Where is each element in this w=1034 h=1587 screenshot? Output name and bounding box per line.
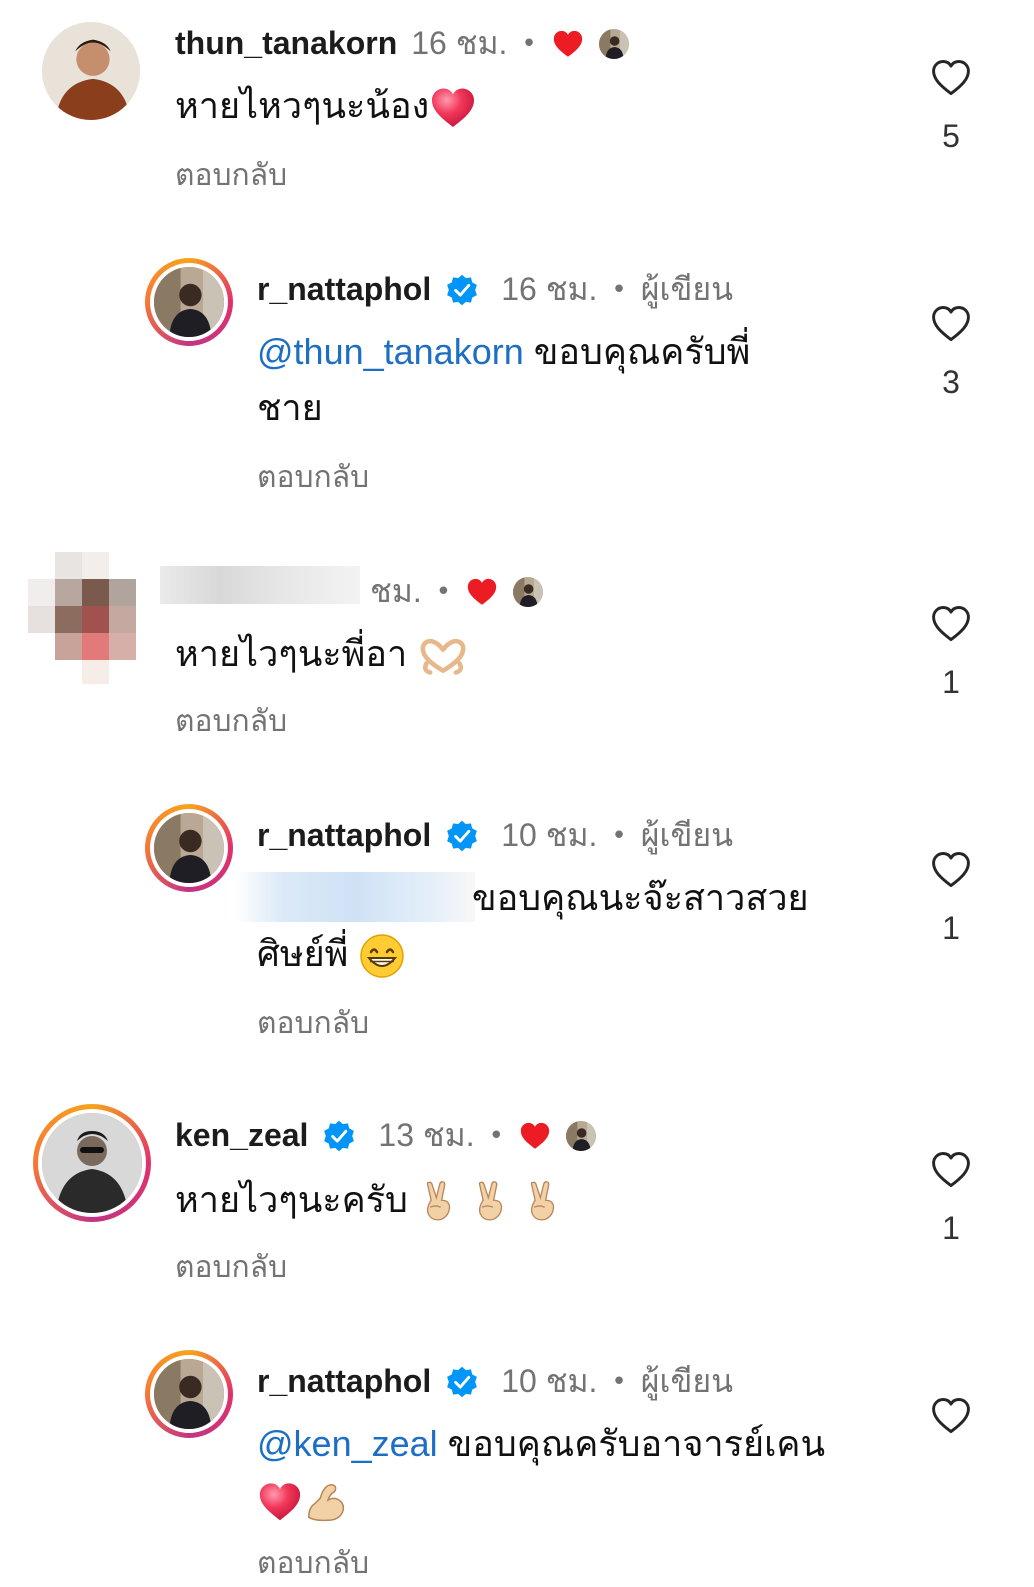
- avatar-photo: [28, 552, 136, 684]
- reply-button[interactable]: ตอบกลับ: [175, 152, 287, 199]
- like-count: 5: [942, 118, 960, 154]
- reply-button[interactable]: ตอบกลับ: [257, 1000, 369, 1047]
- avatar[interactable]: [145, 804, 233, 892]
- like-count: 1: [942, 910, 960, 946]
- red-heart-icon: [518, 1119, 552, 1153]
- verified-badge-icon: [322, 1119, 356, 1153]
- comment-text: @ken_zeal ขอบคุณครับอาจารย์เคน: [257, 1416, 897, 1528]
- comment-body: หายไวๆนะครับ: [175, 1179, 408, 1220]
- comment-body: หายไวๆนะพี่อา: [175, 633, 408, 674]
- avatar[interactable]: [145, 1350, 233, 1438]
- verified-badge-icon: [445, 273, 479, 307]
- like-control: 1: [925, 602, 977, 701]
- heart-outline-icon[interactable]: [927, 1394, 975, 1438]
- heart-outline-icon[interactable]: [927, 1148, 975, 1192]
- timestamp: 16 ชม.: [501, 271, 598, 307]
- avatar-photo: [42, 1113, 142, 1213]
- mention-redacted[interactable]: [235, 872, 475, 922]
- avatar-pixelated[interactable]: [28, 552, 136, 684]
- mention-link[interactable]: @ken_zeal: [257, 1423, 438, 1464]
- comment-body: ขอบคุณนะจ๊ะสาวสวย: [472, 877, 809, 918]
- comment-header: ชม. •: [370, 566, 543, 617]
- separator: •: [611, 820, 627, 851]
- avatar-photo: [154, 813, 224, 883]
- reply-button[interactable]: ตอบกลับ: [175, 698, 287, 745]
- author-label: ผู้เขียน: [640, 271, 733, 307]
- heart-emoji-icon: [429, 84, 477, 132]
- heart-outline-icon[interactable]: [927, 56, 975, 100]
- comment-text: หายไหวๆนะน้อง: [175, 78, 477, 134]
- peace-hand-icon: [470, 1179, 512, 1225]
- timestamp: 10 ชม.: [501, 817, 598, 853]
- avatar-photo: [154, 1359, 224, 1429]
- avatar[interactable]: [145, 258, 233, 346]
- reply-button[interactable]: ตอบกลับ: [257, 454, 369, 501]
- avatar[interactable]: [42, 22, 140, 120]
- like-count: 1: [942, 664, 960, 700]
- heart-emoji-icon: [257, 1479, 303, 1525]
- comment-text: ขอบคุณนะจ๊ะสาวสวย: [472, 870, 809, 926]
- author-liked-avatar: [513, 577, 543, 607]
- heart-hands-icon: [417, 634, 469, 678]
- timestamp: 10 ชม.: [501, 1363, 598, 1399]
- reply-button[interactable]: ตอบกลับ: [175, 1244, 287, 1291]
- comment-text: หายไวๆนะครับ: [175, 1172, 564, 1228]
- author-liked-avatar: [599, 29, 629, 59]
- comment-header: ken_zeal 13 ชม. •: [175, 1110, 596, 1161]
- username[interactable]: thun_tanakorn: [175, 25, 397, 62]
- separator: •: [488, 1120, 504, 1151]
- reply-button[interactable]: ตอบกลับ: [257, 1540, 369, 1587]
- username[interactable]: r_nattaphol: [257, 1363, 431, 1400]
- comment-body: หายไหวๆนะน้อง: [175, 85, 430, 126]
- author-label: ผู้เขียน: [640, 1363, 733, 1399]
- separator: •: [521, 28, 537, 59]
- verified-badge-icon: [445, 819, 479, 853]
- avatar[interactable]: [33, 1104, 151, 1222]
- separator: •: [611, 1366, 627, 1397]
- like-count: 1: [942, 1210, 960, 1246]
- timestamp: ชม.: [370, 573, 422, 609]
- username[interactable]: r_nattaphol: [257, 271, 431, 308]
- avatar-photo: [154, 267, 224, 337]
- comment-text: @thun_tanakorn ขอบคุณครับพี่ ชาย: [257, 324, 857, 436]
- author-label: ผู้เขียน: [640, 817, 733, 853]
- timestamp: 13 ชม.: [378, 1117, 475, 1153]
- verified-badge-icon: [445, 1365, 479, 1399]
- username-redacted[interactable]: [160, 566, 360, 604]
- comment-text-line2: ศิษย์พี่: [257, 926, 406, 982]
- comment-header: thun_tanakorn 16 ชม. •: [175, 18, 629, 69]
- red-heart-icon: [551, 27, 585, 61]
- separator: •: [611, 274, 627, 305]
- like-control: 3: [925, 302, 977, 401]
- comment-header: r_nattaphol 10 ชม. • ผู้เขียน: [257, 810, 733, 861]
- heart-outline-icon[interactable]: [927, 848, 975, 892]
- comment-body: ขอบคุณครับพี่: [523, 331, 751, 372]
- like-control: [925, 1394, 977, 1442]
- author-liked-avatar: [566, 1121, 596, 1151]
- username[interactable]: r_nattaphol: [257, 817, 431, 854]
- comment-header: r_nattaphol 10 ชม. • ผู้เขียน: [257, 1356, 733, 1407]
- comment-header: r_nattaphol 16 ชม. • ผู้เขียน: [257, 264, 733, 315]
- comment-body: ขอบคุณครับอาจารย์เคน: [437, 1423, 826, 1464]
- comment-text: หายไวๆนะพี่อา: [175, 626, 469, 682]
- like-control: 5: [925, 56, 977, 155]
- avatar-photo: [42, 22, 140, 120]
- flexed-arm-icon: [303, 1479, 349, 1525]
- red-heart-icon: [465, 575, 499, 609]
- comment-body-line2: ศิษย์พี่: [257, 933, 349, 974]
- heart-outline-icon[interactable]: [927, 302, 975, 346]
- like-count: 3: [942, 364, 960, 400]
- like-control: 1: [925, 848, 977, 947]
- grin-emoji-icon: [358, 932, 406, 980]
- like-control: 1: [925, 1148, 977, 1247]
- separator: •: [435, 576, 452, 607]
- heart-outline-icon[interactable]: [927, 602, 975, 646]
- timestamp: 16 ชม.: [411, 25, 508, 61]
- peace-hand-icon: [418, 1179, 460, 1225]
- comment-body-line2: ชาย: [257, 387, 323, 428]
- mention-link[interactable]: @thun_tanakorn: [257, 331, 524, 372]
- username[interactable]: ken_zeal: [175, 1117, 308, 1154]
- peace-hand-icon: [522, 1179, 564, 1225]
